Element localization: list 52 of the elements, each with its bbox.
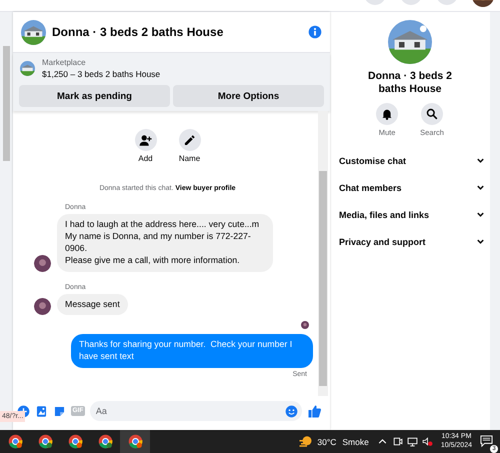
chat-bubble-icon xyxy=(480,435,493,448)
marketplace-label: Marketplace xyxy=(42,58,87,67)
conversation-title: Donna · 3 beds 2 baths House xyxy=(366,70,453,96)
avatar xyxy=(34,298,51,316)
settings-section[interactable]: Media, files and links xyxy=(339,201,485,228)
thumbs-up-icon[interactable] xyxy=(307,404,322,418)
edit-name-button[interactable] xyxy=(178,129,200,151)
scrollbar[interactable] xyxy=(319,171,327,386)
search-icon xyxy=(426,108,438,120)
chevron-icon xyxy=(476,237,485,246)
add-person-button[interactable] xyxy=(134,129,156,151)
chevron-icon xyxy=(476,156,485,166)
add-person-icon xyxy=(139,134,152,146)
emoji-icon[interactable] xyxy=(285,404,298,418)
browser-icon xyxy=(128,434,142,449)
settings-section[interactable]: Customise chat xyxy=(339,147,485,174)
muted-speaker-icon[interactable] xyxy=(422,436,433,447)
pencil-icon xyxy=(183,134,196,146)
settings-section[interactable]: Chat members xyxy=(339,174,485,202)
message-field[interactable]: Aa xyxy=(90,401,302,421)
action-label: Name xyxy=(178,154,200,163)
chevron-icon xyxy=(476,183,485,192)
listing-title[interactable]: $1,250 – 3 beds 2 baths House xyxy=(42,69,160,79)
monitor-icon[interactable] xyxy=(406,436,418,447)
chevron-icon xyxy=(476,210,485,220)
camera-icon[interactable] xyxy=(392,436,403,447)
action-label: Add xyxy=(138,154,153,163)
mark-pending-button[interactable]: Mark as pending xyxy=(19,85,170,107)
message-bubble: I had to laugh at the address here.... very cute...m My name is Donna, and my number is 772-227-0906. Please give me a call, with more information. xyxy=(57,214,273,272)
settings-section[interactable]: Privacy and support xyxy=(339,228,485,256)
chat-title: Donna · 3 beds 2 baths House xyxy=(52,25,224,39)
browser-taskbar-button[interactable] xyxy=(120,430,150,453)
browser-icon xyxy=(68,434,82,449)
message-bubble: Thanks for sharing your number. Check your number I have sent text xyxy=(71,334,313,368)
bell-icon xyxy=(381,108,394,120)
mute-button[interactable] xyxy=(376,103,398,126)
scrollbar-track[interactable] xyxy=(490,12,500,430)
scrollbar[interactable] xyxy=(3,46,10,161)
avatar xyxy=(34,254,51,272)
browser-icon xyxy=(98,434,112,449)
more-options-button[interactable]: More Options xyxy=(173,85,324,107)
weather-condition[interactable]: Smoke xyxy=(342,436,369,446)
message-bubble: Message sent xyxy=(57,294,128,316)
browser-icon xyxy=(38,434,52,449)
browser-icon xyxy=(8,434,22,449)
info-icon[interactable] xyxy=(308,25,322,39)
temperature[interactable]: 30°C xyxy=(317,436,336,446)
weather-icon[interactable] xyxy=(298,434,314,449)
search-button[interactable] xyxy=(420,103,443,126)
sticker-icon[interactable] xyxy=(53,404,66,418)
image-icon[interactable] xyxy=(35,404,48,418)
seen-avatar xyxy=(301,321,309,330)
